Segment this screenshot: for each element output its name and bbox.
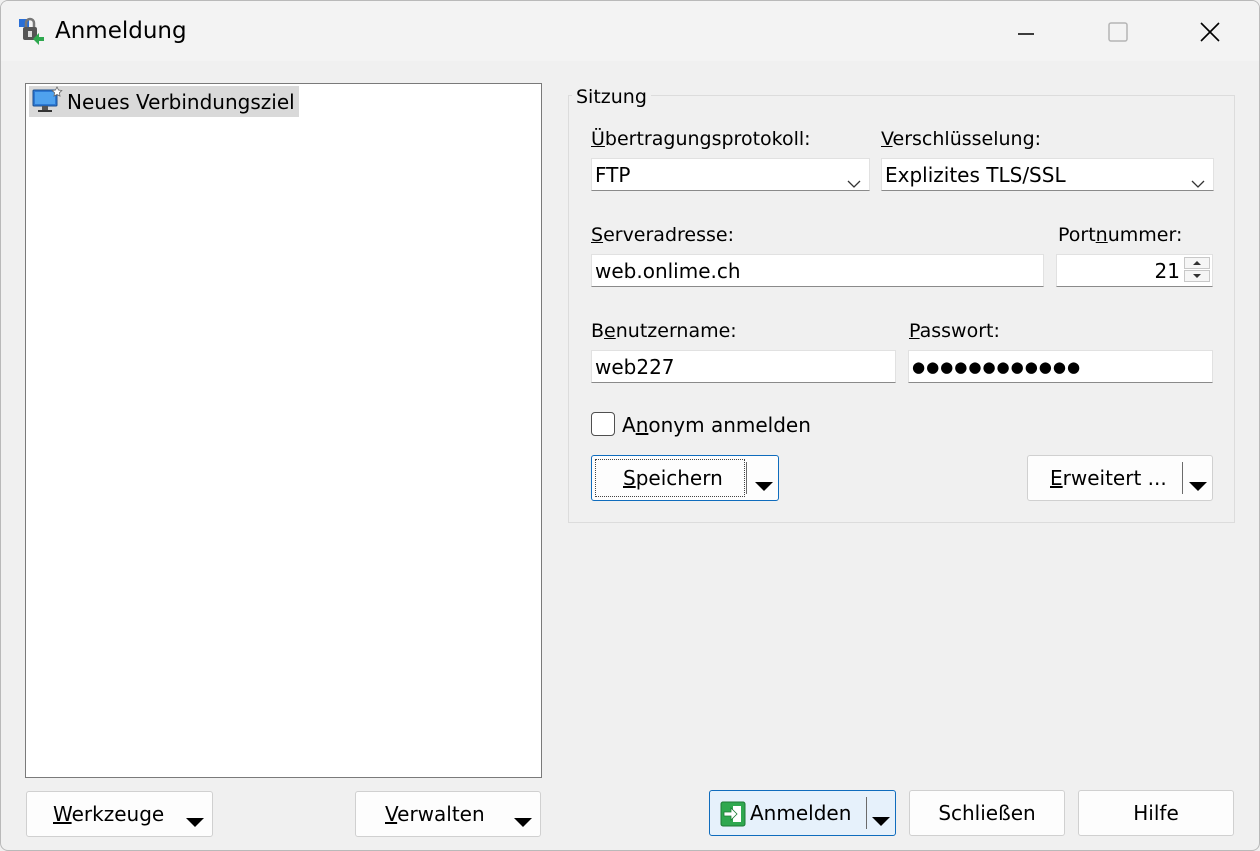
- split-separator: [866, 797, 867, 829]
- new-site-monitor-icon: [31, 85, 63, 118]
- protocol-label: Übertragungsprotokoll:: [591, 128, 811, 150]
- manage-button-label: Verwalten: [385, 802, 485, 826]
- minimize-button[interactable]: [1003, 13, 1049, 51]
- anonymous-login-label[interactable]: Anonym anmelden: [622, 413, 811, 437]
- protocol-value: FTP: [595, 162, 631, 187]
- tree-item-label: Neues Verbindungsziel: [67, 89, 295, 114]
- save-button-label: Speichern: [623, 466, 723, 490]
- caret-up-icon: [1193, 261, 1201, 265]
- close-button-label: Schließen: [938, 801, 1036, 825]
- maximize-icon: [1107, 21, 1129, 43]
- help-button[interactable]: Hilfe: [1078, 790, 1234, 836]
- caret-down-icon: [1193, 274, 1201, 278]
- port-number-input[interactable]: 21: [1056, 254, 1213, 287]
- chevron-down-icon: [847, 170, 861, 194]
- site-tree[interactable]: Neues Verbindungsziel: [25, 83, 542, 778]
- manage-button[interactable]: Verwalten: [355, 791, 541, 837]
- advanced-button-label: Erweitert ...: [1050, 466, 1167, 490]
- encryption-label: Verschlüsselung:: [881, 128, 1042, 150]
- split-separator: [1182, 462, 1183, 494]
- winscp-app-icon: [17, 15, 49, 47]
- dropdown-arrow-icon: [513, 809, 533, 833]
- dropdown-arrow-icon: [185, 809, 205, 833]
- login-icon: [720, 801, 746, 832]
- login-dialog: Anmeldung Neues Verbindungsziel Sitzung …: [0, 0, 1260, 851]
- port-increment-button[interactable]: [1184, 257, 1210, 269]
- encryption-value: Explizites TLS/SSL: [885, 162, 1066, 187]
- save-split-button[interactable]: Speichern: [591, 455, 779, 501]
- server-address-label: Serveradresse:: [591, 224, 734, 246]
- dropdown-arrow-icon[interactable]: [871, 808, 891, 832]
- login-button-label: Anmelden: [750, 801, 852, 825]
- port-decrement-button[interactable]: [1184, 270, 1210, 282]
- tree-item-new-site[interactable]: Neues Verbindungsziel: [29, 85, 299, 118]
- server-address-input[interactable]: web.onlime.ch: [591, 254, 1044, 287]
- dropdown-arrow-icon[interactable]: [1188, 473, 1208, 497]
- window-title: Anmeldung: [55, 18, 187, 44]
- chevron-down-icon: [1191, 170, 1205, 194]
- server-address-value: web.onlime.ch: [595, 258, 741, 283]
- close-button[interactable]: Schließen: [909, 790, 1065, 836]
- close-window-button[interactable]: [1187, 13, 1233, 51]
- maximize-button[interactable]: [1095, 13, 1141, 51]
- minimize-icon: [1016, 22, 1036, 42]
- dropdown-arrow-icon[interactable]: [754, 473, 774, 497]
- split-separator: [746, 462, 747, 494]
- advanced-split-button[interactable]: Erweitert ...: [1027, 455, 1213, 501]
- password-value: ●●●●●●●●●●●●: [912, 357, 1082, 376]
- username-input[interactable]: web227: [591, 350, 896, 383]
- title-bar[interactable]: Anmeldung: [1, 1, 1259, 61]
- password-label: Passwort:: [909, 320, 1000, 342]
- port-label: Portnummer:: [1058, 224, 1183, 246]
- login-split-button[interactable]: Anmelden: [709, 790, 896, 836]
- close-icon: [1199, 21, 1221, 43]
- protocol-select[interactable]: FTP: [591, 158, 870, 191]
- session-group-title: Sitzung: [572, 86, 651, 108]
- tools-button-label: Werkzeuge: [53, 802, 165, 826]
- username-label: Benutzername:: [591, 320, 737, 342]
- password-input[interactable]: ●●●●●●●●●●●●: [908, 350, 1213, 383]
- tools-button[interactable]: Werkzeuge: [26, 791, 213, 837]
- port-spinner: [1184, 257, 1210, 283]
- help-button-label: Hilfe: [1133, 801, 1179, 825]
- anonymous-login-checkbox[interactable]: [591, 412, 615, 436]
- username-value: web227: [595, 354, 675, 379]
- encryption-select[interactable]: Explizites TLS/SSL: [881, 158, 1214, 191]
- port-number-value: 21: [1154, 258, 1180, 283]
